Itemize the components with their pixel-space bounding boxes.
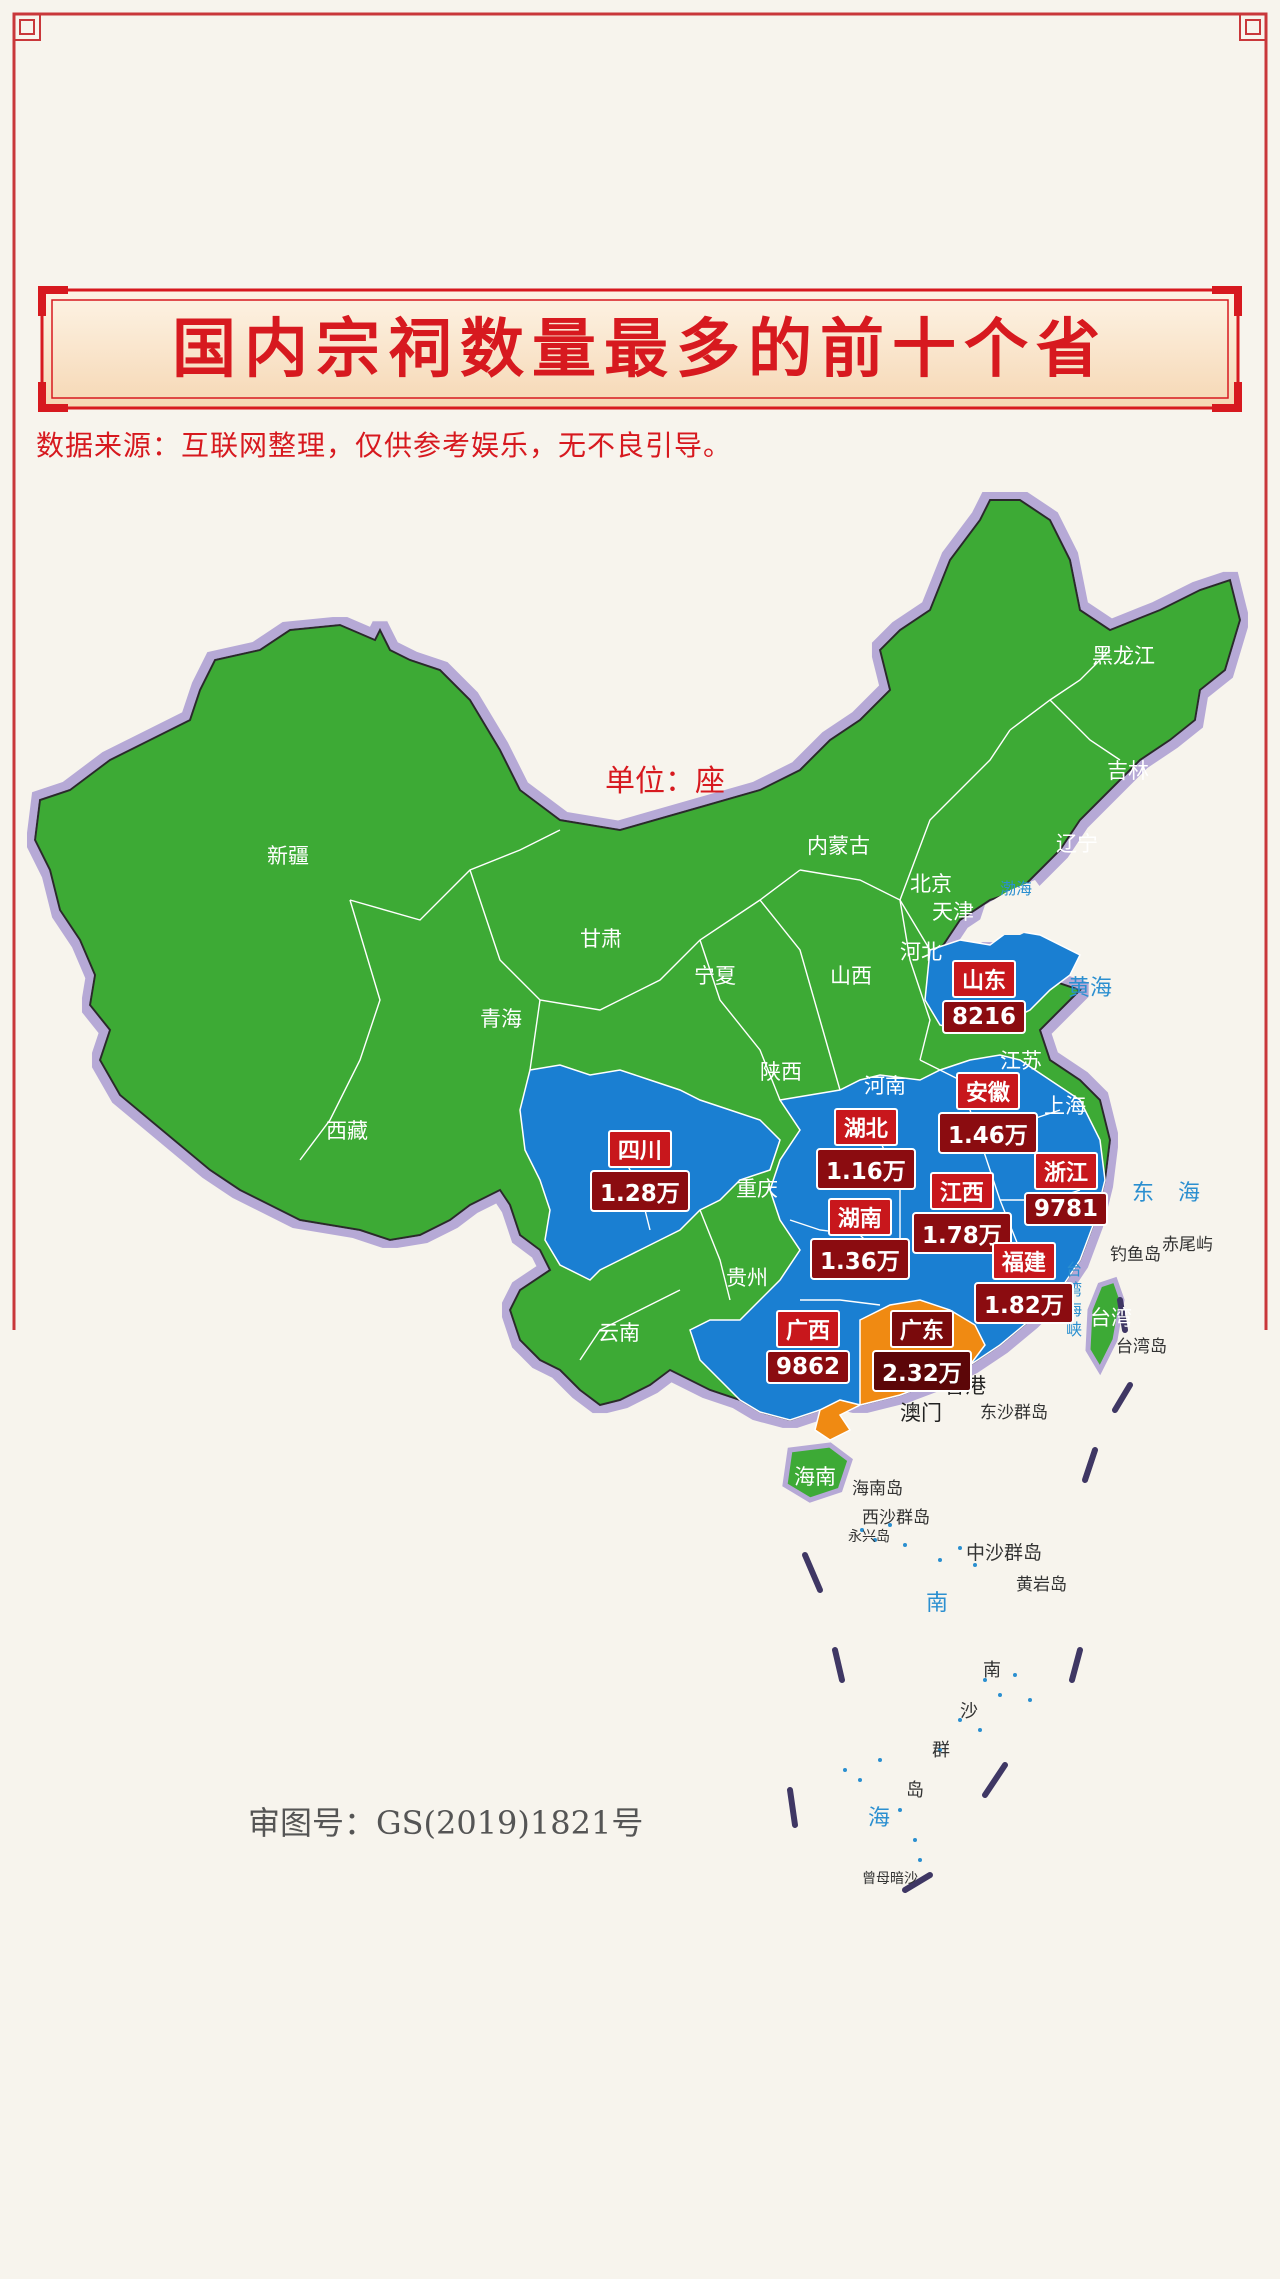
- label-bohai: 渤海: [1000, 879, 1033, 898]
- tag-anhui-value: 1.46万: [938, 1112, 1038, 1154]
- label-nansha-1: 南: [983, 1660, 1001, 1681]
- label-jilin: 吉林: [1107, 759, 1149, 783]
- tag-shandong-value: 8216: [942, 1000, 1027, 1034]
- tag-hubei-name: 湖北: [833, 1108, 898, 1146]
- unit-label: 单位：座: [605, 764, 725, 799]
- tag-anhui-name: 安徽: [955, 1072, 1020, 1110]
- label-xinjiang: 新疆: [267, 844, 309, 868]
- label-xisha: 西沙群岛: [862, 1508, 930, 1528]
- label-nansha-3: 群: [932, 1740, 950, 1761]
- label-shanxi: 山西: [830, 964, 872, 988]
- map-approval-number: 审图号：GS(2019)1821号: [248, 1804, 644, 1842]
- tag-jiangxi-name: 江西: [929, 1172, 994, 1210]
- tag-guangdong: 广东 2.32万: [872, 1310, 972, 1392]
- label-shaanxi: 陕西: [760, 1060, 802, 1084]
- tag-fujian: 福建 1.82万: [974, 1242, 1074, 1324]
- tag-shandong-name: 山东: [952, 960, 1017, 998]
- label-hebei: 河北: [900, 940, 942, 964]
- label-hainan-dao: 海南岛: [852, 1479, 903, 1499]
- label-hainan: 海南: [794, 1465, 836, 1489]
- tag-hunan: 湖南 1.36万: [810, 1198, 910, 1280]
- tag-sichuan-name: 四川: [607, 1130, 672, 1168]
- label-huanghai: 黄海: [1068, 976, 1113, 1001]
- label-diaoyu: 钓鱼岛: [1110, 1245, 1161, 1265]
- label-nansha-5: 海: [868, 1806, 891, 1831]
- label-yongxing: 永兴岛: [848, 1529, 890, 1545]
- tag-sichuan: 四川 1.28万: [590, 1130, 690, 1212]
- label-huangyan: 黄岩岛: [1016, 1575, 1067, 1595]
- label-zengmu: 曾母暗沙: [862, 1871, 918, 1887]
- tag-guangxi-name: 广西: [776, 1310, 841, 1348]
- label-nansha-2: 沙: [960, 1701, 978, 1722]
- label-tianjin: 天津: [932, 900, 974, 924]
- tag-guangdong-name: 广东: [889, 1310, 954, 1348]
- label-gansu: 甘肃: [580, 927, 622, 951]
- label-aomen: 澳门: [900, 1401, 942, 1425]
- label-guizhou: 贵州: [726, 1266, 768, 1290]
- label-heilongjiang: 黑龙江: [1092, 644, 1155, 668]
- label-yunnan: 云南: [598, 1321, 640, 1345]
- label-zhongsha: 中沙群岛: [966, 1542, 1043, 1564]
- label-shanghai: 上海: [1044, 1094, 1086, 1118]
- tag-zhejiang: 浙江 9781: [1024, 1152, 1109, 1226]
- tag-zhejiang-value: 9781: [1024, 1192, 1109, 1226]
- label-qinghai: 青海: [480, 1007, 522, 1031]
- tag-anhui: 安徽 1.46万: [938, 1072, 1038, 1154]
- tag-guangxi-value: 9862: [766, 1350, 851, 1384]
- tag-sichuan-value: 1.28万: [590, 1170, 690, 1212]
- tag-fujian-value: 1.82万: [974, 1282, 1074, 1324]
- label-chongqing: 重庆: [736, 1177, 778, 1201]
- tag-hunan-value: 1.36万: [810, 1238, 910, 1280]
- label-ningxia: 宁夏: [694, 964, 736, 988]
- tag-shandong: 山东 8216: [942, 960, 1027, 1034]
- label-beijing: 北京: [910, 872, 952, 896]
- tag-hubei: 湖北 1.16万: [816, 1108, 916, 1190]
- tag-guangdong-value: 2.32万: [872, 1350, 972, 1392]
- tag-hubei-value: 1.16万: [816, 1148, 916, 1190]
- label-xizang: 西藏: [326, 1119, 368, 1143]
- label-taiwan: 台湾: [1090, 1306, 1132, 1330]
- label-jiangsu: 江苏: [1000, 1049, 1042, 1073]
- label-liaoning: 辽宁: [1056, 832, 1098, 856]
- tag-guangxi: 广西 9862: [766, 1310, 851, 1384]
- label-henan: 河南: [864, 1074, 906, 1098]
- label-chiwei: 赤尾屿: [1162, 1235, 1213, 1255]
- tag-hunan-name: 湖南: [827, 1198, 892, 1236]
- label-taiwan-dao: 台湾岛: [1116, 1337, 1167, 1357]
- label-dongsha: 东沙群岛: [980, 1403, 1048, 1423]
- tag-zhejiang-name: 浙江: [1034, 1152, 1099, 1190]
- label-neimenggu: 内蒙古: [807, 834, 870, 858]
- label-donghai: 东海: [1132, 1181, 1225, 1206]
- label-nanhai: 南: [926, 1591, 949, 1616]
- tag-fujian-name: 福建: [991, 1242, 1056, 1280]
- label-nansha-4: 岛: [906, 1780, 924, 1801]
